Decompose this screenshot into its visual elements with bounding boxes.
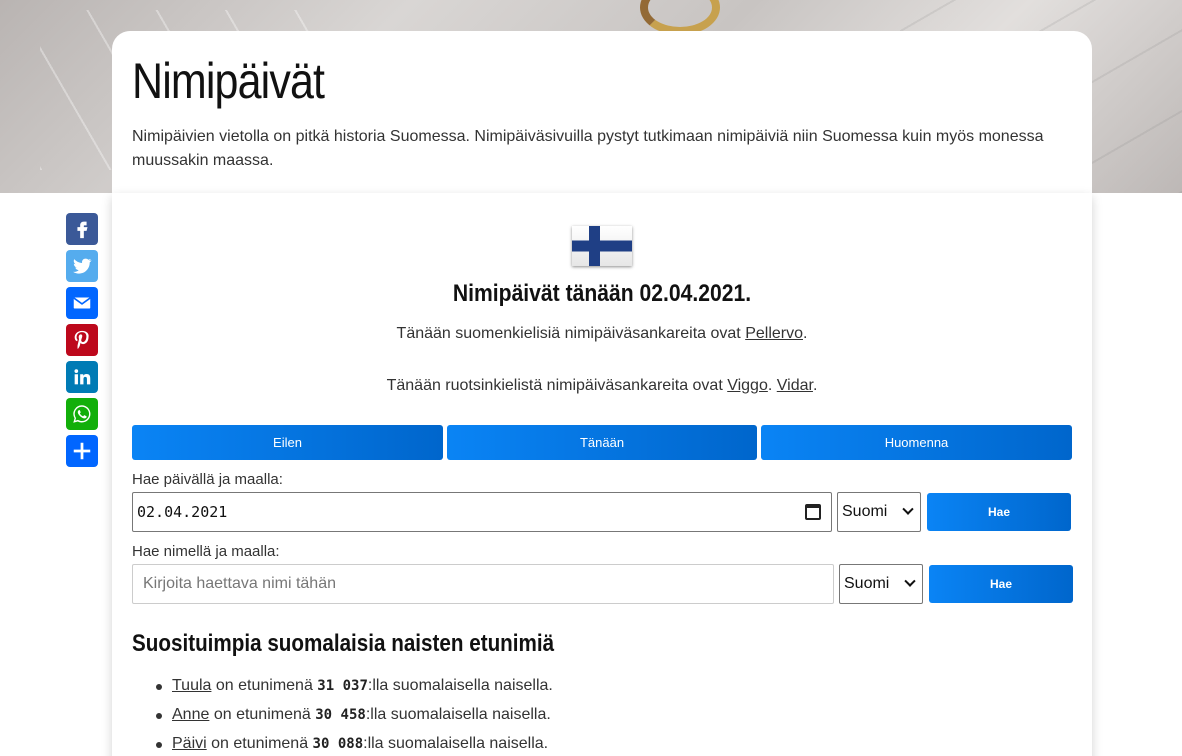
yesterday-button[interactable]: Eilen <box>132 425 443 460</box>
date-country-value: Suomi <box>842 503 888 520</box>
name-country-value: Suomi <box>844 575 890 592</box>
twitter-share-button[interactable] <box>66 250 98 282</box>
finnish-namedays-prefix: Tänään suomenkielisiä nimipäiväsankareit… <box>396 325 746 342</box>
popular-names-list: Tuula on etunimenä 31 037:lla suomalaise… <box>156 676 553 756</box>
share-icon <box>73 442 91 460</box>
generic-share-button[interactable] <box>66 435 98 467</box>
name-search-button[interactable]: Hae <box>929 565 1073 603</box>
whatsapp-share-button[interactable] <box>66 398 98 430</box>
swedish-namedays-line: Tänään ruotsinkielistä nimipäiväsankarei… <box>386 377 818 394</box>
date-input-value: 02.04.2021 <box>137 503 228 521</box>
today-button[interactable]: Tänään <box>447 425 757 460</box>
date-search-label: Hae päivällä ja maalla: <box>132 471 283 488</box>
name-link[interactable]: Anne <box>172 706 209 723</box>
page-title: Nimipäivät <box>132 53 325 109</box>
name-search-input[interactable]: Kirjoita haettava nimi tähän <box>132 564 834 604</box>
calendar-icon[interactable] <box>805 504 821 520</box>
list-item-suffix: :lla suomalaisella naisella. <box>365 706 551 723</box>
list-item-text: on etunimenä <box>211 677 318 694</box>
list-item-suffix: :lla suomalaisella naisella. <box>363 735 549 752</box>
pinterest-icon <box>74 330 89 349</box>
facebook-icon <box>77 221 88 239</box>
list-item-suffix: :lla suomalaisella naisella. <box>367 677 553 694</box>
email-share-button[interactable] <box>66 287 98 319</box>
name-link-vidar[interactable]: Vidar <box>777 377 813 394</box>
name-link-viggo[interactable]: Viggo <box>727 377 768 394</box>
name-link[interactable]: Päivi <box>172 735 207 752</box>
facebook-share-button[interactable] <box>66 213 98 245</box>
name-link-pellervo[interactable]: Pellervo <box>745 325 803 342</box>
name-count: 31 037 <box>317 678 368 694</box>
chevron-down-icon <box>904 575 916 587</box>
linkedin-share-button[interactable] <box>66 361 98 393</box>
list-item-text: on etunimenä <box>206 735 313 752</box>
name-search-label: Hae nimellä ja maalla: <box>132 543 280 560</box>
whatsapp-icon <box>73 405 91 423</box>
twitter-icon <box>73 258 92 274</box>
finnish-namedays-line: Tänään suomenkielisiä nimipäiväsankareit… <box>396 325 808 342</box>
linkedin-icon <box>74 369 91 385</box>
name-link[interactable]: Tuula <box>172 677 211 694</box>
tomorrow-button[interactable]: Huomenna <box>761 425 1072 460</box>
pinterest-share-button[interactable] <box>66 324 98 356</box>
email-icon <box>73 297 91 309</box>
share-sidebar <box>66 213 98 472</box>
swedish-namedays-prefix: Tänään ruotsinkielistä nimipäiväsankarei… <box>386 377 728 394</box>
date-input[interactable]: 02.04.2021 <box>132 492 832 532</box>
date-country-select[interactable]: Suomi <box>837 492 921 532</box>
hero-binder-ring <box>640 0 720 35</box>
list-item: Päivi on etunimenä 30 088:lla suomalaise… <box>156 734 553 756</box>
name-count: 30 458 <box>315 707 366 723</box>
list-item-text: on etunimenä <box>209 706 316 723</box>
list-item: Anne on etunimenä 30 458:lla suomalaisel… <box>156 705 553 734</box>
popular-names-title: Suosituimpia suomalaisia naisten etunimi… <box>132 630 555 657</box>
finland-flag-icon <box>572 226 632 266</box>
chevron-down-icon <box>902 503 914 515</box>
today-title: Nimipäivät tänään 02.04.2021. <box>452 280 752 307</box>
name-count: 30 088 <box>312 736 364 752</box>
date-search-button[interactable]: Hae <box>927 493 1071 531</box>
intro-text: Nimipäivien vietolla on pitkä historia S… <box>132 128 1044 169</box>
name-country-select[interactable]: Suomi <box>839 564 923 604</box>
name-search-placeholder: Kirjoita haettava nimi tähän <box>143 575 336 592</box>
list-item: Tuula on etunimenä 31 037:lla suomalaise… <box>156 676 553 705</box>
